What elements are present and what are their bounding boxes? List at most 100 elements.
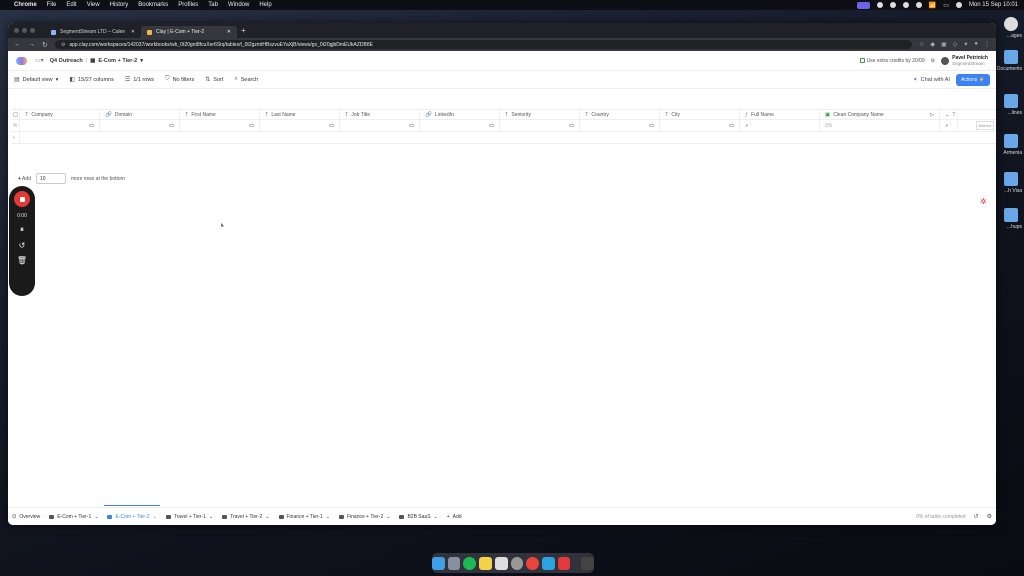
stat-cell[interactable]	[340, 120, 420, 131]
chevron-down-icon[interactable]: ⌄	[434, 514, 438, 520]
extension-icon[interactable]: ◇	[953, 41, 958, 48]
app-icon[interactable]	[557, 556, 571, 570]
chevron-down-icon[interactable]: ⌄	[94, 514, 98, 520]
user-menu[interactable]: Pavel Petrinich SegmentStream	[941, 55, 988, 67]
menu-history[interactable]: History	[110, 2, 129, 8]
select-all-cell[interactable]	[12, 110, 20, 119]
chevron-down-icon[interactable]: ⌄	[945, 112, 949, 118]
close-tab-icon[interactable]: ✕	[227, 29, 231, 35]
credits-notice[interactable]: Use extra credits by 20/09	[859, 58, 925, 64]
run-column-icon[interactable]: ▷	[930, 112, 934, 118]
new-tab-button[interactable]: +	[241, 26, 246, 35]
browser-tab[interactable]: SegmentStream LTD – Calen ✕	[45, 26, 141, 38]
stat-cell[interactable]	[180, 120, 260, 131]
stat-cell[interactable]: ✓	[740, 120, 820, 131]
clay-logo[interactable]	[16, 56, 27, 65]
control-center-icon[interactable]	[955, 2, 962, 8]
desktop-icon[interactable]: Documents	[992, 50, 1022, 72]
desktop-icon[interactable]: ...hups	[992, 208, 1022, 230]
column-header-domain[interactable]: 🔗 Domain	[100, 110, 180, 119]
column-header-company[interactable]: T Company	[20, 110, 100, 119]
column-header-job-title[interactable]: T Job Title	[340, 110, 420, 119]
cell-action-icon[interactable]	[489, 124, 494, 127]
notes-icon[interactable]	[479, 556, 492, 570]
sheet-tab[interactable]: B2B SaaS ⌄	[399, 508, 438, 525]
settings-gear-icon[interactable]: ⚙	[931, 58, 935, 64]
pause-icon[interactable]: ⏸	[20, 225, 24, 235]
sort-button[interactable]: ⇅ Sort	[205, 76, 223, 84]
back-icon[interactable]: ←	[14, 41, 21, 48]
cell-action-icon[interactable]	[409, 124, 414, 127]
menu-help[interactable]: Help	[259, 2, 271, 8]
sheet-tab[interactable]: Finance + Tier-2 ⌄	[338, 508, 390, 525]
overview-tab[interactable]: ⌬ Overview	[12, 508, 40, 525]
cell-action-icon[interactable]	[89, 124, 94, 127]
menu-app-name[interactable]: Chrome	[14, 2, 37, 8]
battery-icon[interactable]: ▭	[943, 2, 949, 9]
desktop-icon[interactable]: ...ages	[992, 17, 1022, 39]
rows-count-input[interactable]: 10	[35, 173, 66, 184]
column-header-city[interactable]: T City	[660, 110, 740, 119]
restart-icon[interactable]: ↺	[19, 241, 26, 250]
breadcrumb-table[interactable]: E-Com + Tier-2	[98, 58, 137, 64]
stat-cell[interactable]: ✓	[940, 120, 958, 131]
sheet-tab-active[interactable]: E-Com + Tier-2 ⌄	[104, 505, 160, 525]
rows-button[interactable]: ☰ 1/1 rows	[125, 76, 154, 84]
settings-icon[interactable]	[510, 556, 524, 570]
status-icon[interactable]	[889, 2, 896, 8]
desktop-icon[interactable]: ...lines	[992, 94, 1022, 116]
chevron-down-icon[interactable]: ⌄	[153, 514, 157, 520]
menu-edit[interactable]: Edit	[66, 2, 76, 8]
history-icon[interactable]: ↺	[974, 513, 979, 520]
settings-gear-icon[interactable]: ⚙	[987, 513, 992, 520]
chevron-down-icon[interactable]: ▾	[140, 58, 143, 64]
chevron-down-icon[interactable]: ⌄	[265, 514, 269, 520]
chrome-icon[interactable]	[526, 556, 539, 570]
menu-bookmarks[interactable]: Bookmarks	[138, 2, 168, 8]
screen-record-icon[interactable]	[856, 1, 870, 9]
calendar-icon[interactable]	[494, 556, 508, 570]
chevron-down-icon[interactable]: ⌄	[326, 514, 330, 520]
column-header-linkedin[interactable]: 🔗 LinkedIn	[420, 110, 500, 119]
close-tab-icon[interactable]: ✕	[131, 29, 135, 35]
chevron-down-icon[interactable]: ⌄	[386, 514, 390, 520]
chevron-down-icon[interactable]: ⌄	[209, 514, 213, 520]
trash-icon[interactable]: 🗑	[17, 256, 27, 265]
table-row[interactable]: ›	[12, 132, 996, 144]
select-all-checkbox[interactable]	[13, 112, 18, 117]
filter-button[interactable]: ⛉ No filters	[165, 76, 194, 83]
menubar-clock[interactable]: Mon 15 Sep 10:01	[969, 2, 1018, 8]
cell-action-icon[interactable]	[249, 124, 254, 127]
columns-button[interactable]: ◧ 15/27 columns	[69, 76, 113, 84]
desktop-icon[interactable]: ...h Visa	[992, 172, 1022, 194]
url-field[interactable]: ⚙ app.clay.com/workspaces/142037/workboo…	[54, 40, 913, 49]
extensions-puzzle-icon[interactable]: ✦	[963, 41, 968, 48]
cell-action-icon[interactable]	[329, 124, 334, 127]
menu-tab[interactable]: Tab	[208, 2, 218, 8]
menu-file[interactable]: File	[47, 2, 57, 8]
hubspot-icon[interactable]: ✲	[980, 197, 992, 209]
stat-cell[interactable]	[660, 120, 740, 131]
breadcrumb-workbook[interactable]: Q4 Outreach	[50, 58, 83, 64]
column-header-full-name[interactable]: ƒ Full Name	[740, 110, 820, 119]
status-icon[interactable]	[915, 2, 922, 8]
bookmark-star-icon[interactable]: ☆	[919, 41, 924, 48]
column-header-last-name[interactable]: T Last Name	[260, 110, 340, 119]
column-header-country[interactable]: T Country	[580, 110, 660, 119]
menu-view[interactable]: View	[87, 2, 100, 8]
desktop-icon[interactable]: Armenia	[992, 134, 1022, 156]
spotify-icon[interactable]	[463, 556, 477, 570]
wifi-icon[interactable]: 📶	[929, 2, 936, 9]
add-sheet-button[interactable]: + Add	[447, 508, 462, 525]
chrome-menu-icon[interactable]: ⋮	[984, 41, 990, 48]
menu-profiles[interactable]: Profiles	[178, 2, 198, 8]
launchpad-icon[interactable]	[447, 556, 461, 570]
stat-cell[interactable]	[260, 120, 340, 131]
extension-icon[interactable]: ▣	[941, 41, 947, 48]
site-info-icon[interactable]: ⚙	[61, 42, 65, 48]
view-selector[interactable]: ▤ Default view ▾	[14, 76, 58, 84]
status-icon[interactable]	[876, 2, 883, 8]
sheet-tab[interactable]: Finance + Tier-1 ⌄	[278, 508, 330, 525]
stat-cell[interactable]	[420, 120, 500, 131]
add-column-cell[interactable]: ⌄ T	[940, 110, 958, 119]
